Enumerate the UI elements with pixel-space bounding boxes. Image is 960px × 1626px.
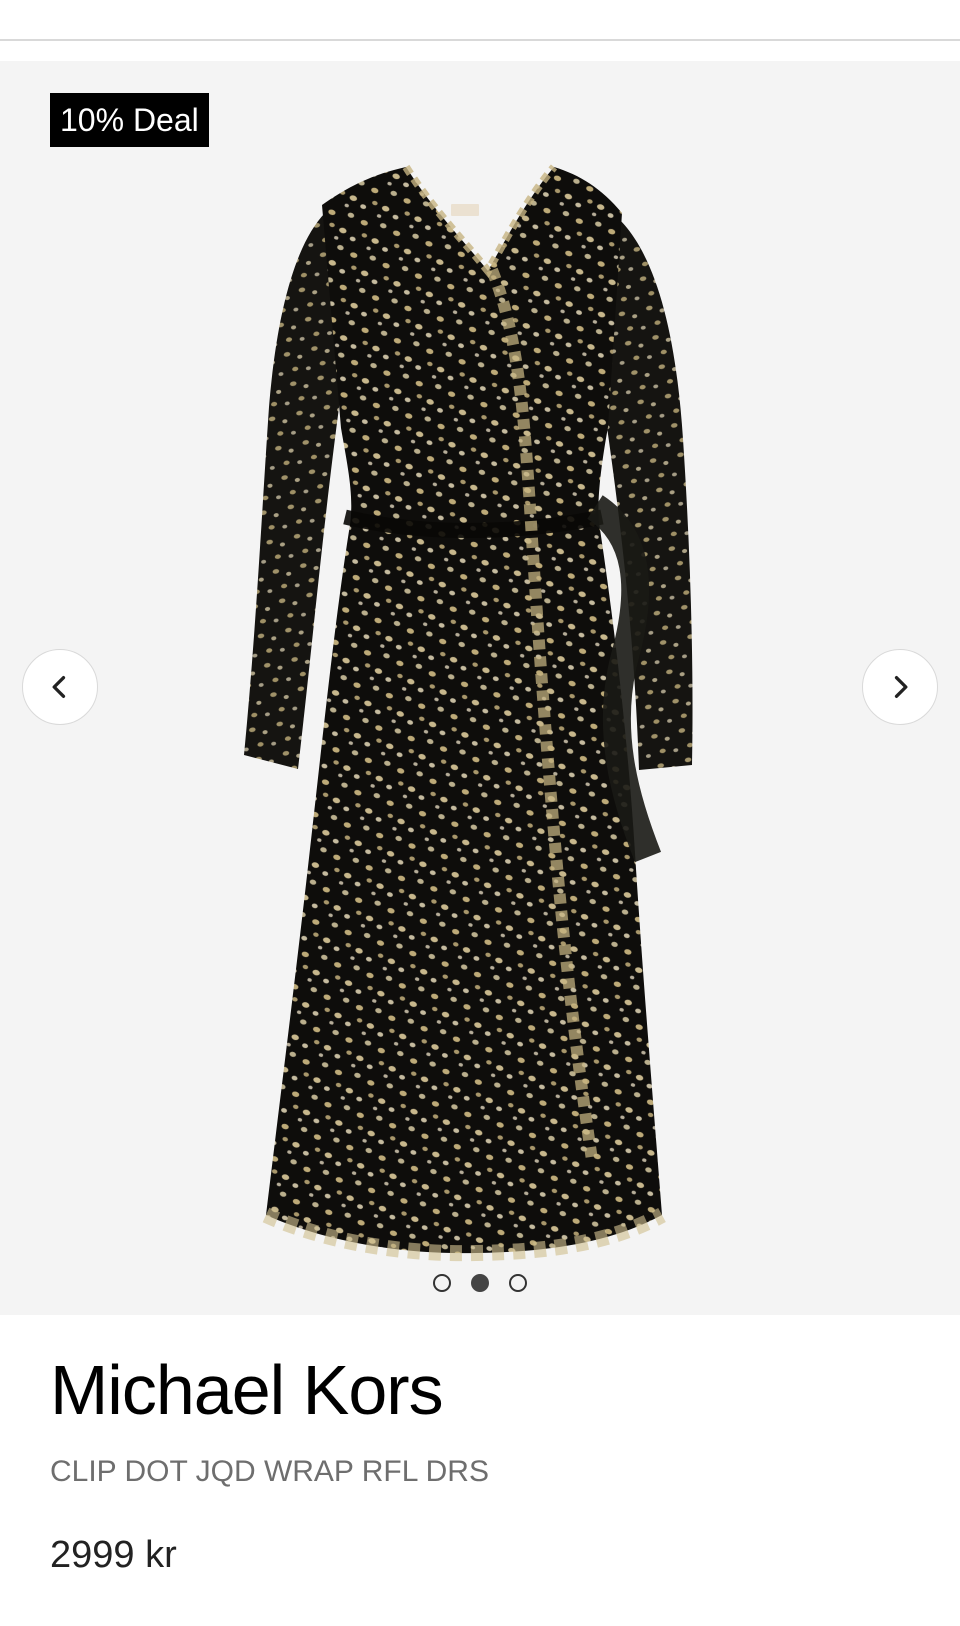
chevron-left-icon — [52, 676, 66, 698]
left-sleeve — [244, 213, 340, 769]
carousel-dot-3[interactable] — [509, 1274, 527, 1292]
product-page: 10% Deal Michael Kors CLIP DOT JQD WRAP … — [0, 0, 960, 1626]
next-image-button[interactable] — [862, 649, 938, 725]
carousel-dot-1[interactable] — [433, 1274, 451, 1292]
chevron-right-icon — [894, 676, 908, 698]
product-name: CLIP DOT JQD WRAP RFL DRS — [50, 1455, 489, 1488]
deal-badge: 10% Deal — [50, 93, 209, 147]
brand-label — [451, 204, 479, 216]
brand-name: Michael Kors — [50, 1351, 444, 1429]
product-price: 2999 kr — [50, 1534, 177, 1576]
carousel-dots — [0, 1274, 960, 1292]
previous-image-button[interactable] — [22, 649, 98, 725]
header-divider — [0, 39, 960, 41]
product-image-gallery[interactable]: 10% Deal — [0, 61, 960, 1315]
product-image[interactable] — [230, 115, 730, 1315]
carousel-dot-2[interactable] — [471, 1274, 489, 1292]
